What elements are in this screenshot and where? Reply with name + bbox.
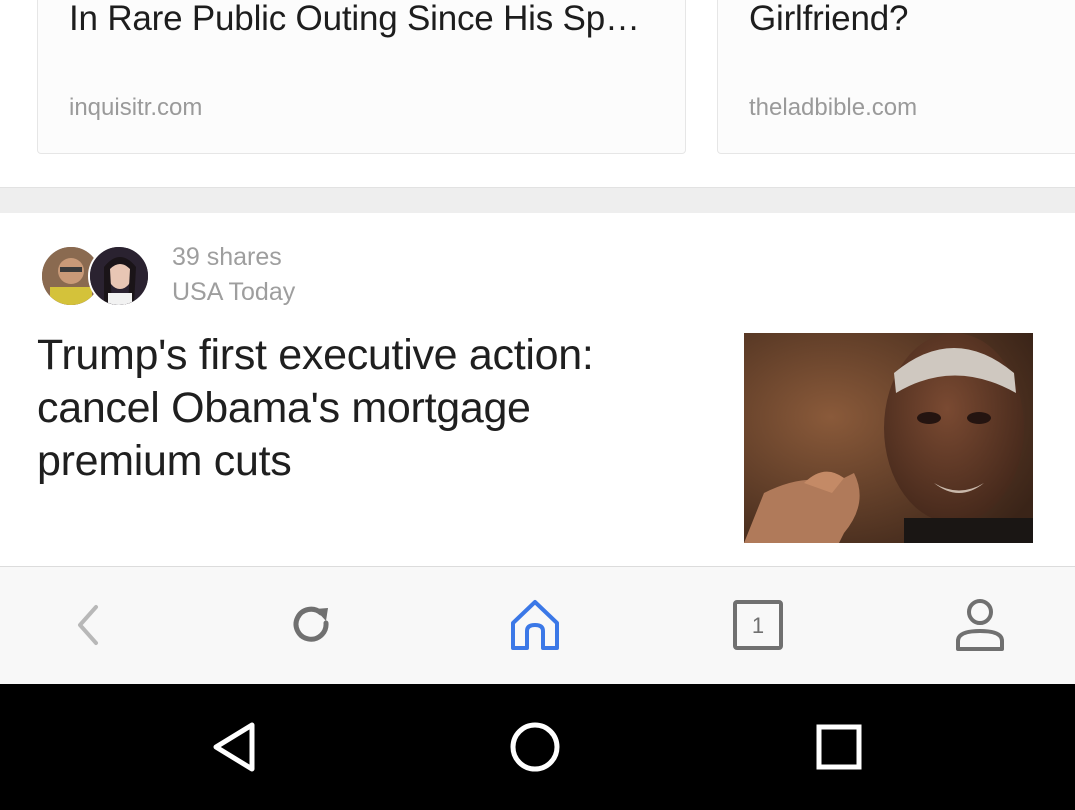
card-title: In Rare Public Outing Since His Sp…: [69, 0, 640, 38]
recents-square-icon: [816, 724, 862, 770]
system-back-button[interactable]: [203, 717, 263, 777]
story-thumbnail[interactable]: [744, 333, 1033, 543]
home-icon: [511, 600, 559, 650]
avatar: [88, 245, 150, 307]
card-source: theladbible.com: [749, 94, 918, 121]
card-source: inquisitr.com: [69, 94, 203, 121]
home-button[interactable]: [505, 595, 565, 655]
related-card[interactable]: In Rare Public Outing Since His Sp… inqu…: [37, 0, 686, 154]
system-home-button[interactable]: [505, 717, 565, 777]
tabs-button[interactable]: 1: [728, 595, 788, 655]
story-source: USA Today: [172, 278, 296, 306]
reload-button[interactable]: [282, 595, 342, 655]
card-title: Girlfriend?: [749, 0, 909, 38]
back-icon: [78, 605, 98, 645]
section-divider: [0, 187, 1075, 214]
back-button[interactable]: [58, 595, 118, 655]
story-headline[interactable]: Trump's first executive action: cancel O…: [37, 329, 677, 488]
home-circle-icon: [510, 722, 560, 772]
profile-icon: [956, 599, 1004, 651]
tab-count: 1: [752, 613, 764, 638]
reload-icon: [293, 606, 329, 642]
browser-toolbar: 1: [0, 566, 1075, 684]
back-triangle-icon: [213, 722, 255, 772]
related-card[interactable]: Girlfriend? theladbible.com: [717, 0, 1075, 154]
related-cards-row: In Rare Public Outing Since His Sp… inqu…: [0, 0, 1075, 188]
tabs-icon: 1: [733, 600, 783, 650]
share-count: 39 shares: [172, 243, 282, 271]
system-navigation-bar: [0, 684, 1075, 810]
profile-button[interactable]: [950, 595, 1010, 655]
system-recents-button[interactable]: [809, 717, 869, 777]
news-story[interactable]: 39 shares USA Today Trump's first execut…: [0, 213, 1075, 566]
